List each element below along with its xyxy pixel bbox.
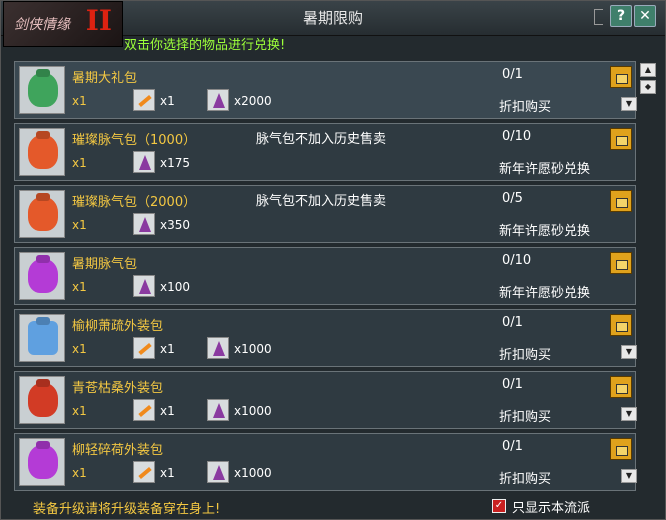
bag-icon xyxy=(28,383,58,417)
scroll-up-icon[interactable]: ▲ xyxy=(640,63,656,77)
item-name: 暑期脉气包 xyxy=(72,257,138,272)
item-row[interactable]: 柳轻碎荷外装包 x1 x1 x1000 0/1 折扣购买 ▼ xyxy=(14,433,637,491)
purchase-method[interactable]: 折扣购买 xyxy=(499,406,551,425)
cost-amount: x350 xyxy=(160,218,191,232)
bag-icon xyxy=(28,321,58,355)
gem-icon[interactable] xyxy=(133,213,155,235)
lock-icon[interactable] xyxy=(610,128,632,150)
item-quantity: x1 xyxy=(72,156,87,170)
purchase-limit: 0/1 xyxy=(502,377,523,392)
cost-amount: x1 xyxy=(160,342,175,356)
cost-amount: x100 xyxy=(160,280,191,294)
game-logo: 剑侠情缘 II xyxy=(3,1,123,47)
item-quantity: x1 xyxy=(72,404,87,418)
item-name: 璀璨脉气包（2000） xyxy=(72,195,197,210)
bag-icon xyxy=(28,445,58,479)
bag-icon xyxy=(28,135,58,169)
checkbox-checked-icon[interactable]: ✓ xyxy=(492,499,506,513)
cost-amount: x175 xyxy=(160,156,191,170)
lock-icon[interactable] xyxy=(610,190,632,212)
cost-amount: x1000 xyxy=(234,404,272,418)
shop-window: 暑期限购 ? ✕ 剑侠情缘 II 双击你选择的物品进行兑换! 暑期大礼包 x1 x1… xyxy=(0,0,666,520)
purchase-limit: 0/10 xyxy=(502,129,532,144)
scrollbar[interactable]: ▲ ◆ xyxy=(638,61,658,491)
item-quantity: x1 xyxy=(72,280,87,294)
help-button[interactable]: ? xyxy=(610,5,632,27)
purchase-limit: 0/1 xyxy=(502,67,523,82)
item-quantity: x1 xyxy=(72,94,87,108)
gem-icon[interactable] xyxy=(207,461,229,483)
purchase-method[interactable]: 新年许愿砂兑换 xyxy=(499,220,590,239)
item-icon-frame[interactable] xyxy=(19,66,65,114)
cost-amount: x1 xyxy=(160,466,175,480)
item-quantity: x1 xyxy=(72,466,87,480)
carrot-icon[interactable] xyxy=(133,337,155,359)
item-note: 脉气包不加入历史售卖 xyxy=(256,194,387,209)
cost-amount: x1000 xyxy=(234,342,272,356)
carrot-icon[interactable] xyxy=(133,461,155,483)
item-icon-frame[interactable] xyxy=(19,252,65,300)
purchase-limit: 0/1 xyxy=(502,439,523,454)
item-icon-frame[interactable] xyxy=(19,314,65,362)
purchase-limit: 0/5 xyxy=(502,191,523,206)
bag-icon xyxy=(28,73,58,107)
chevron-down-icon[interactable]: ▼ xyxy=(621,97,637,111)
item-list: 暑期大礼包 x1 x1 x2000 0/1 折扣购买 ▼ 璀璨脉气包（1000） 脉气包不加入历… xyxy=(14,61,637,491)
purchase-limit: 0/10 xyxy=(502,253,532,268)
purchase-method[interactable]: 新年许愿砂兑换 xyxy=(499,282,590,301)
logo-text: 剑侠情缘 xyxy=(14,17,70,33)
logo-mark: II xyxy=(85,4,112,37)
footer-note: 装备升级请将升级装备穿在身上! xyxy=(33,502,221,517)
cost-amount: x1 xyxy=(160,404,175,418)
item-row[interactable]: 暑期脉气包 x1 x100 0/10 新年许愿砂兑换 xyxy=(14,247,636,305)
item-name: 柳轻碎荷外装包 xyxy=(72,443,164,458)
chevron-down-icon[interactable]: ▼ xyxy=(621,345,637,359)
gem-icon[interactable] xyxy=(207,337,229,359)
item-note: 脉气包不加入历史售卖 xyxy=(256,132,387,147)
item-row[interactable]: 璀璨脉气包（2000） 脉气包不加入历史售卖 x1 x350 0/5 新年许愿砂兑换 xyxy=(14,185,636,243)
item-quantity: x1 xyxy=(72,342,87,356)
bag-icon xyxy=(28,197,58,231)
item-row[interactable]: 榆柳萧疏外装包 x1 x1 x1000 0/1 折扣购买 ▼ xyxy=(14,309,637,367)
gem-icon[interactable] xyxy=(207,89,229,111)
gem-icon[interactable] xyxy=(133,151,155,173)
lock-icon[interactable] xyxy=(610,66,632,88)
chevron-down-icon[interactable]: ▼ xyxy=(621,407,637,421)
title-bracket-icon xyxy=(594,9,603,25)
item-name: 榆柳萧疏外装包 xyxy=(72,319,164,334)
chevron-down-icon[interactable]: ▼ xyxy=(621,469,637,483)
gem-icon[interactable] xyxy=(207,399,229,421)
cost-amount: x1 xyxy=(160,94,175,108)
purchase-method[interactable]: 折扣购买 xyxy=(499,96,551,115)
gem-icon[interactable] xyxy=(133,275,155,297)
close-button[interactable]: ✕ xyxy=(634,5,656,27)
item-name: 青苍枯桑外装包 xyxy=(72,381,164,396)
item-row[interactable]: 青苍枯桑外装包 x1 x1 x1000 0/1 折扣购买 ▼ xyxy=(14,371,637,429)
item-row[interactable]: 暑期大礼包 x1 x1 x2000 0/1 折扣购买 ▼ xyxy=(14,61,637,119)
filter-label: 只显示本流派 xyxy=(512,501,591,516)
item-icon-frame[interactable] xyxy=(19,438,65,486)
lock-icon[interactable] xyxy=(610,438,632,460)
item-quantity: x1 xyxy=(72,218,87,232)
purchase-method[interactable]: 折扣购买 xyxy=(499,468,551,487)
purchase-limit: 0/1 xyxy=(502,315,523,330)
cost-amount: x1000 xyxy=(234,466,272,480)
lock-icon[interactable] xyxy=(610,252,632,274)
item-name: 璀璨脉气包（1000） xyxy=(72,133,197,148)
lock-icon[interactable] xyxy=(610,376,632,398)
purchase-method[interactable]: 折扣购买 xyxy=(499,344,551,363)
purchase-method[interactable]: 新年许愿砂兑换 xyxy=(499,158,590,177)
instruction-text: 双击你选择的物品进行兑换! xyxy=(124,38,286,53)
item-icon-frame[interactable] xyxy=(19,376,65,424)
cost-amount: x2000 xyxy=(234,94,272,108)
scroll-thumb[interactable]: ◆ xyxy=(640,80,656,94)
item-row[interactable]: 璀璨脉气包（1000） 脉气包不加入历史售卖 x1 x175 0/10 新年许愿砂兑换 xyxy=(14,123,636,181)
carrot-icon[interactable] xyxy=(133,399,155,421)
carrot-icon[interactable] xyxy=(133,89,155,111)
item-icon-frame[interactable] xyxy=(19,190,65,238)
item-name: 暑期大礼包 xyxy=(72,71,138,86)
lock-icon[interactable] xyxy=(610,314,632,336)
bag-icon xyxy=(28,259,58,293)
item-icon-frame[interactable] xyxy=(19,128,65,176)
